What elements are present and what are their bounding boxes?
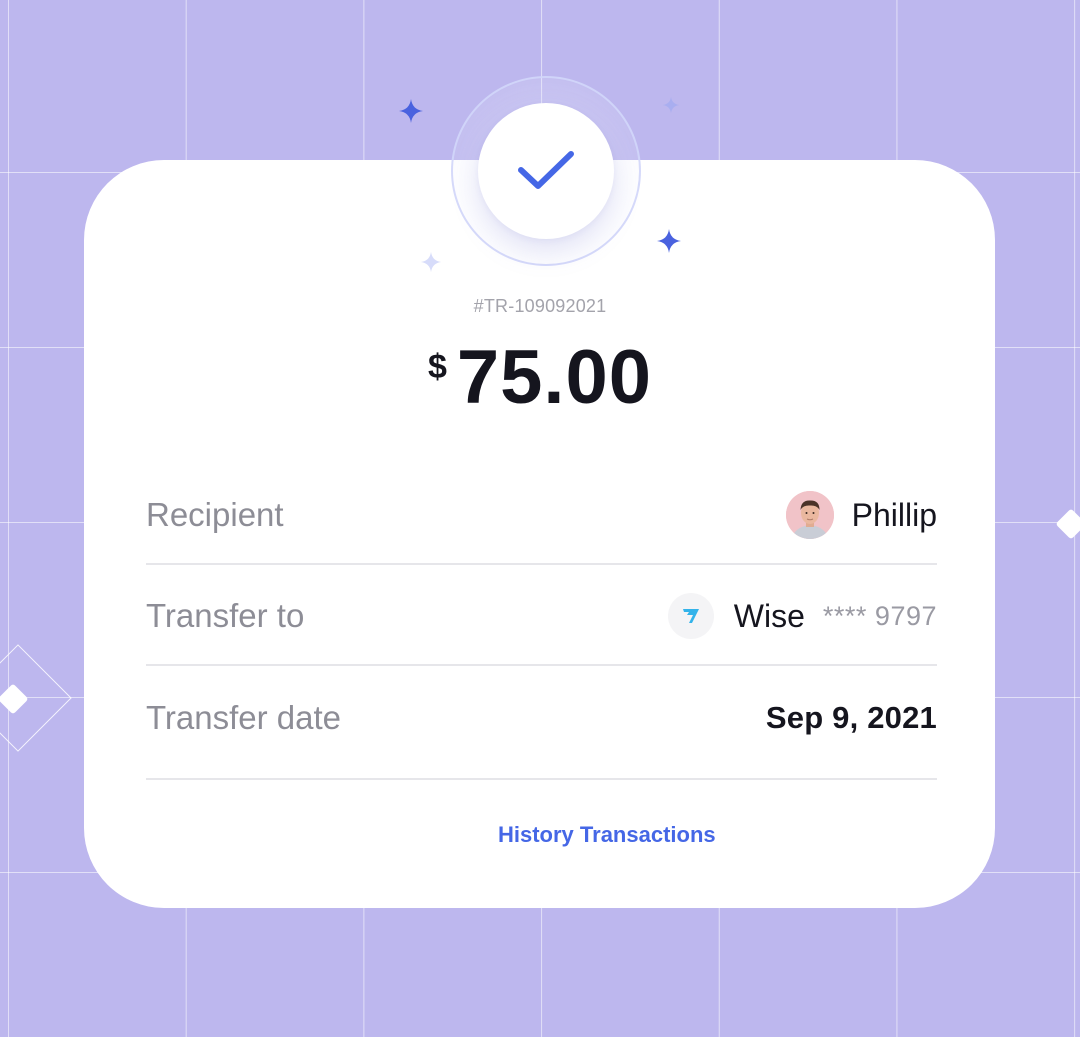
- recipient-label: Recipient: [146, 496, 284, 533]
- decorative-diamond: [1055, 508, 1080, 540]
- transfer-date-label: Transfer date: [146, 699, 342, 736]
- amount-value: 75.00: [456, 335, 653, 420]
- transfer-date-value-wrap: Sep 9, 2021: [766, 668, 937, 768]
- divider: [146, 778, 937, 780]
- recipient-row: Recipient Phillip: [146, 465, 937, 565]
- transfer-to-label: Transfer to: [146, 597, 305, 634]
- avatar: [785, 491, 834, 539]
- sparkle-icon: [662, 96, 680, 114]
- transfer-to-value: Wise **** 9797: [667, 566, 937, 666]
- transfer-date-row: Transfer date Sep 9, 2021: [146, 668, 937, 768]
- divider: [146, 563, 937, 565]
- currency-symbol: $: [427, 348, 447, 386]
- recipient-photo: [785, 491, 834, 539]
- recipient-value: Phillip: [785, 465, 937, 565]
- transfer-amount: $75.00: [0, 336, 1080, 420]
- provider-name: Wise: [733, 597, 805, 634]
- sparkle-icon: [399, 99, 423, 123]
- wise-logo-icon: [667, 593, 714, 639]
- history-transactions-link[interactable]: History Transactions: [498, 822, 716, 848]
- divider: [146, 664, 937, 666]
- transfer-date-value: Sep 9, 2021: [765, 700, 937, 735]
- masked-account-number: **** 9797: [822, 600, 937, 631]
- recipient-name: Phillip: [851, 496, 937, 533]
- transfer-to-row: Transfer to Wise **** 9797: [146, 566, 937, 666]
- checkmark-icon: [518, 151, 574, 189]
- success-badge: [478, 103, 614, 239]
- transaction-reference: #TR-109092021: [473, 296, 607, 316]
- sparkle-icon: [657, 229, 681, 253]
- sparkle-icon: [420, 251, 442, 273]
